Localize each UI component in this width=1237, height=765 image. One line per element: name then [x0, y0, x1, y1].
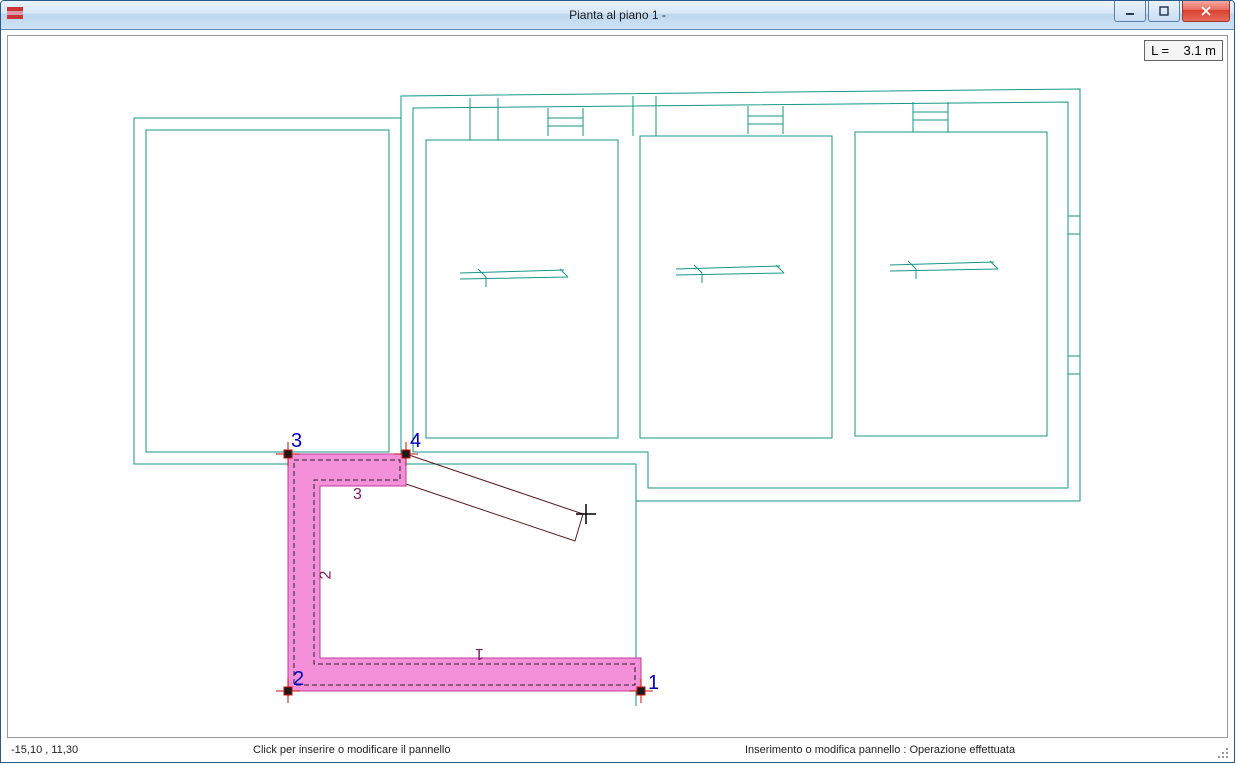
drawing-canvas[interactable]: L = 3.1 m [7, 35, 1228, 738]
window-controls [1112, 1, 1230, 22]
window-title: Pianta al piano 1 - [1, 1, 1234, 29]
maximize-button[interactable] [1148, 1, 1180, 22]
resize-grip-icon[interactable] [1214, 744, 1230, 760]
status-mode: Inserimento o modifica pannello : Operaz… [739, 740, 1214, 760]
status-hint: Click per inserire o modificare il panne… [247, 740, 739, 760]
edge-label-3: 3 [353, 486, 362, 504]
app-window: Pianta al piano 1 - L = 3.1 m [0, 0, 1235, 763]
node-label-2: 2 [293, 668, 304, 691]
close-button[interactable] [1182, 1, 1230, 22]
titlebar[interactable]: Pianta al piano 1 - [1, 1, 1234, 30]
floorplan-svg [8, 36, 1228, 738]
status-coords: -15,10 , 11,30 [5, 740, 247, 760]
edge-label-1: 1 [475, 644, 484, 662]
statusbar: -15,10 , 11,30 Click per inserire o modi… [5, 740, 1230, 760]
rubberband-shape [406, 454, 583, 541]
node-label-1: 1 [648, 672, 659, 695]
selected-wall [288, 454, 641, 691]
crosshair-cursor [576, 504, 596, 524]
minimize-button[interactable] [1114, 1, 1146, 22]
edge-label-2: 2 [317, 571, 335, 580]
node-label-4: 4 [410, 430, 421, 453]
node-label-3: 3 [291, 430, 302, 453]
